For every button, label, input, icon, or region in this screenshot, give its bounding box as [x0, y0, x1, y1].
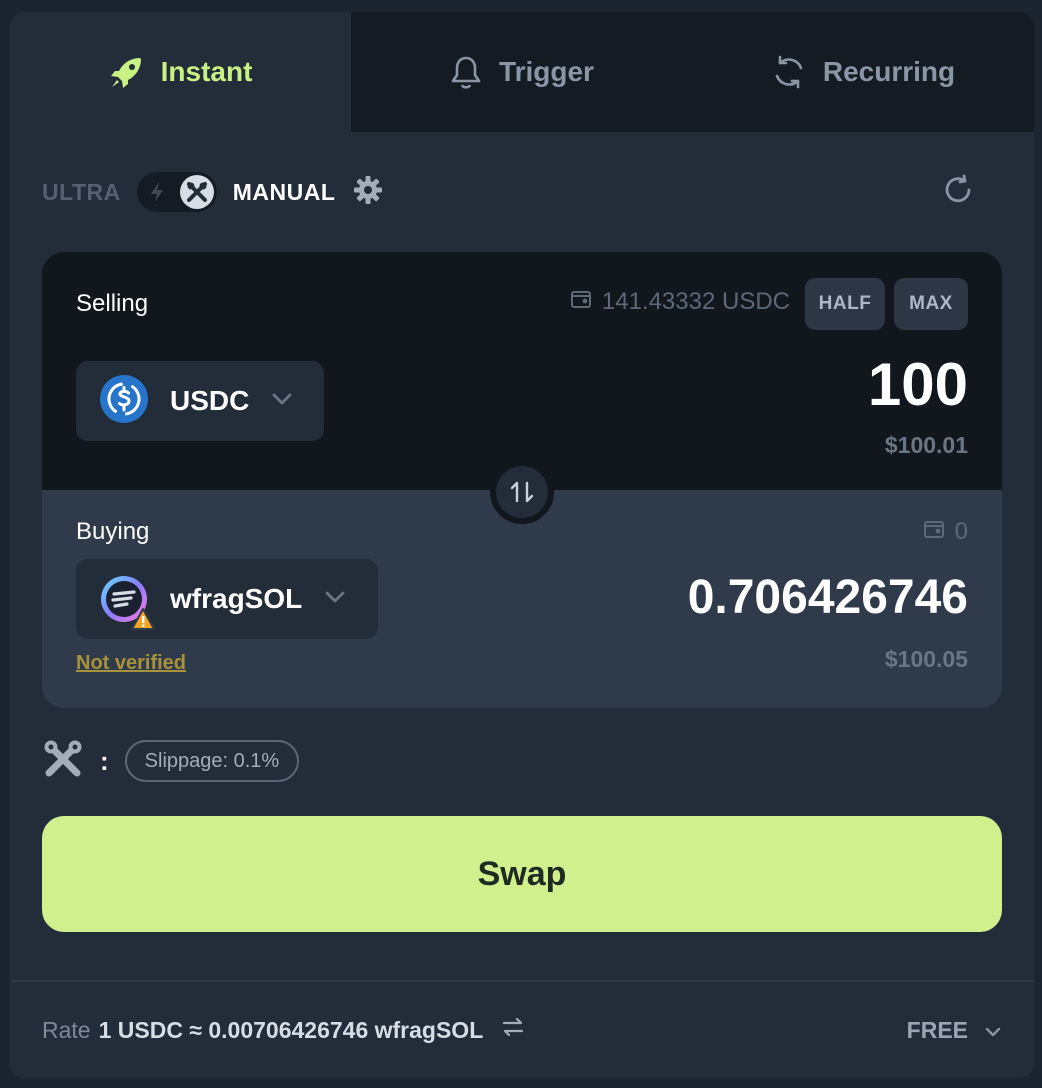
- invert-rate-icon[interactable]: [501, 1016, 525, 1044]
- tab-instant[interactable]: Instant: [10, 12, 351, 132]
- selling-label: Selling: [76, 290, 149, 317]
- recurring-icon: [771, 54, 807, 90]
- chevron-down-icon: [984, 1017, 1002, 1044]
- slippage-button[interactable]: Slippage: 0.1%: [124, 740, 300, 782]
- selling-balance: 141.43332 USDC: [570, 288, 790, 316]
- swap-button[interactable]: Swap: [42, 816, 1002, 932]
- slippage-row: : Slippage: 0.1%: [42, 738, 300, 785]
- rate-value: 1 USDC ≈ 0.00706426746 wfragSOL: [98, 1016, 484, 1043]
- wallet-icon: [923, 518, 945, 546]
- warning-icon: [131, 608, 155, 630]
- selling-usd-value: $100.01: [884, 432, 968, 458]
- rate-label: Rate: [42, 1016, 91, 1043]
- selling-token-select[interactable]: USDC: [76, 361, 324, 441]
- selling-panel: Selling 141.43332 USDC HALF MAX USDC 100…: [42, 252, 1002, 490]
- wrench-icon: [186, 182, 207, 202]
- switch-direction-button[interactable]: [490, 460, 554, 524]
- swap-card: Instant Trigger Recurring ULTRA MANUAL S…: [10, 12, 1034, 1078]
- buying-token-select[interactable]: wfragSOL: [76, 559, 378, 639]
- swap-arrows-icon: [510, 481, 534, 503]
- buying-balance: 0: [923, 518, 968, 546]
- buying-label: Buying: [76, 518, 150, 545]
- buying-balance-value: 0: [954, 518, 968, 545]
- toggle-knob: [179, 175, 214, 209]
- mode-tabs: Instant Trigger Recurring: [10, 12, 1034, 132]
- buying-token-name: wfragSOL: [170, 583, 303, 614]
- buying-usd-value: $100.05: [884, 646, 968, 672]
- usdc-logo-icon: [100, 374, 148, 428]
- slippage-separator: :: [100, 745, 109, 776]
- max-button[interactable]: MAX: [894, 278, 968, 330]
- chevron-down-icon: [324, 590, 346, 609]
- wallet-icon: [570, 288, 592, 316]
- rocket-icon: [109, 54, 145, 90]
- gear-icon[interactable]: [353, 175, 383, 210]
- selling-balance-value: 141.43332 USDC: [601, 288, 790, 315]
- rate-row: Rate 1 USDC ≈ 0.00706426746 wfragSOL FRE…: [42, 1010, 1002, 1050]
- manual-mode-label[interactable]: MANUAL: [233, 179, 336, 206]
- tab-recurring[interactable]: Recurring: [692, 12, 1034, 132]
- selling-amount-input[interactable]: 100: [868, 350, 968, 419]
- divider: [10, 980, 1034, 982]
- tab-trigger[interactable]: Trigger: [351, 12, 692, 132]
- selling-token-name: USDC: [170, 385, 250, 416]
- buying-amount: 0.706426746: [687, 571, 968, 624]
- swap-form: Selling 141.43332 USDC HALF MAX USDC 100…: [42, 252, 1002, 708]
- tab-trigger-label: Trigger: [499, 56, 594, 87]
- mode-row: ULTRA MANUAL: [42, 170, 1002, 214]
- tools-icon: [42, 738, 84, 785]
- mode-toggle[interactable]: [136, 172, 217, 212]
- ultra-mode-label[interactable]: ULTRA: [42, 179, 121, 206]
- refresh-icon[interactable]: [942, 174, 974, 211]
- half-button[interactable]: HALF: [805, 278, 885, 330]
- bell-icon: [449, 54, 483, 90]
- chevron-down-icon: [271, 392, 293, 411]
- fee-label: FREE: [906, 1016, 968, 1043]
- fee-dropdown[interactable]: FREE: [907, 1010, 1002, 1050]
- tab-instant-label: Instant: [160, 56, 253, 87]
- tab-recurring-label: Recurring: [822, 56, 956, 87]
- not-verified-link[interactable]: Not verified: [76, 652, 186, 675]
- wfragsol-logo-icon: [100, 575, 155, 630]
- bolt-icon: [149, 181, 165, 208]
